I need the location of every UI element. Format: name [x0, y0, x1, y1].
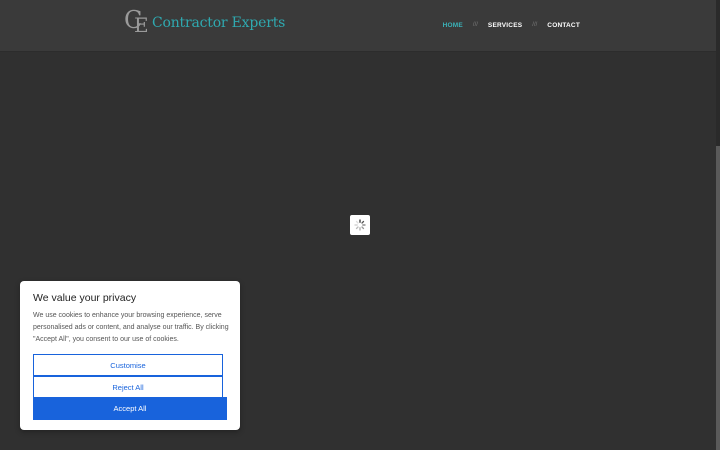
cookie-consent-banner: We value your privacy We use cookies to …	[20, 281, 240, 430]
cookie-description: We use cookies to enhance your browsing …	[33, 312, 229, 343]
customise-button[interactable]: Customise	[33, 354, 223, 376]
reject-all-button[interactable]: Reject All	[33, 376, 223, 398]
logo-mark-icon: C E	[124, 6, 149, 37]
page-scrollbar[interactable]	[716, 0, 720, 450]
accept-all-button[interactable]: Accept All	[33, 397, 227, 420]
site-logo[interactable]: C E Contractor Experts	[124, 6, 286, 38]
nav-separator: ///	[532, 22, 538, 28]
scrollbar-thumb[interactable]	[716, 146, 720, 450]
nav-contact[interactable]: CONTACT	[547, 22, 580, 29]
site-header: C E Contractor Experts HOME /// SERVICES…	[0, 0, 716, 52]
nav-separator: ///	[472, 22, 478, 28]
loading-indicator	[350, 215, 370, 235]
main-nav: HOME /// SERVICES /// CONTACT	[443, 18, 580, 32]
logo-text: Contractor Experts	[152, 15, 286, 31]
spinner-icon	[354, 219, 366, 231]
nav-home[interactable]: HOME	[443, 22, 463, 29]
cookie-title: We value your privacy	[33, 292, 137, 304]
nav-services[interactable]: SERVICES	[488, 22, 522, 29]
